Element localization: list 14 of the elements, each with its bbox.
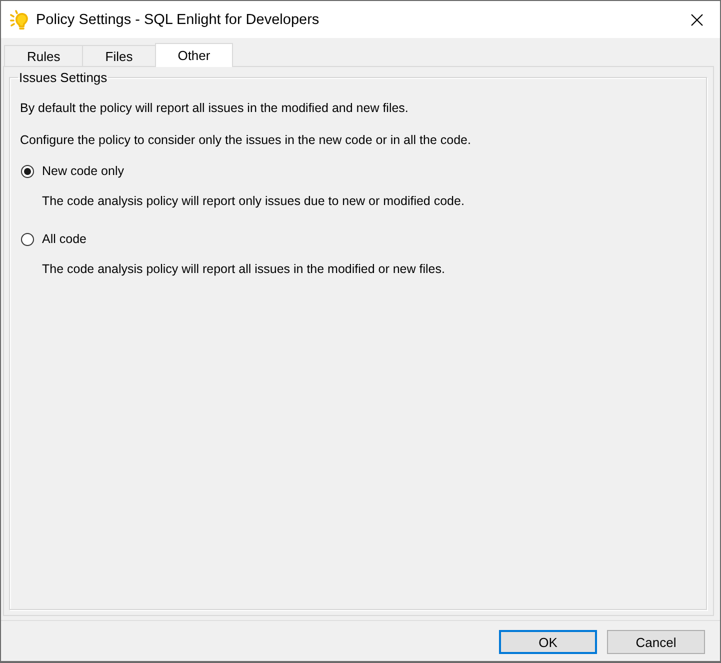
group-title: Issues Settings xyxy=(18,70,108,85)
radio-button[interactable]: New code only xyxy=(21,163,124,179)
dialog-button[interactable]: OK xyxy=(499,630,597,654)
radio-button[interactable]: All code xyxy=(21,231,86,247)
lightbulb-icon xyxy=(10,10,30,30)
description-text: Configure the policy to consider only the issues in the new code or in all the code. xyxy=(20,133,471,148)
option-description: The code analysis policy will report all issues in the modified or new files. xyxy=(42,262,445,277)
option-description: The code analysis policy will report only issues due to new or modified code. xyxy=(42,194,464,209)
tab[interactable]: Rules xyxy=(4,45,84,66)
window-title: Policy Settings - SQL Enlight for Developers xyxy=(36,12,320,28)
dialog-button[interactable]: Cancel xyxy=(607,630,705,654)
close-icon xyxy=(691,14,703,26)
tab[interactable]: Other xyxy=(154,43,234,67)
description-text: By default the policy will report all issues in the modified and new files. xyxy=(20,101,408,116)
